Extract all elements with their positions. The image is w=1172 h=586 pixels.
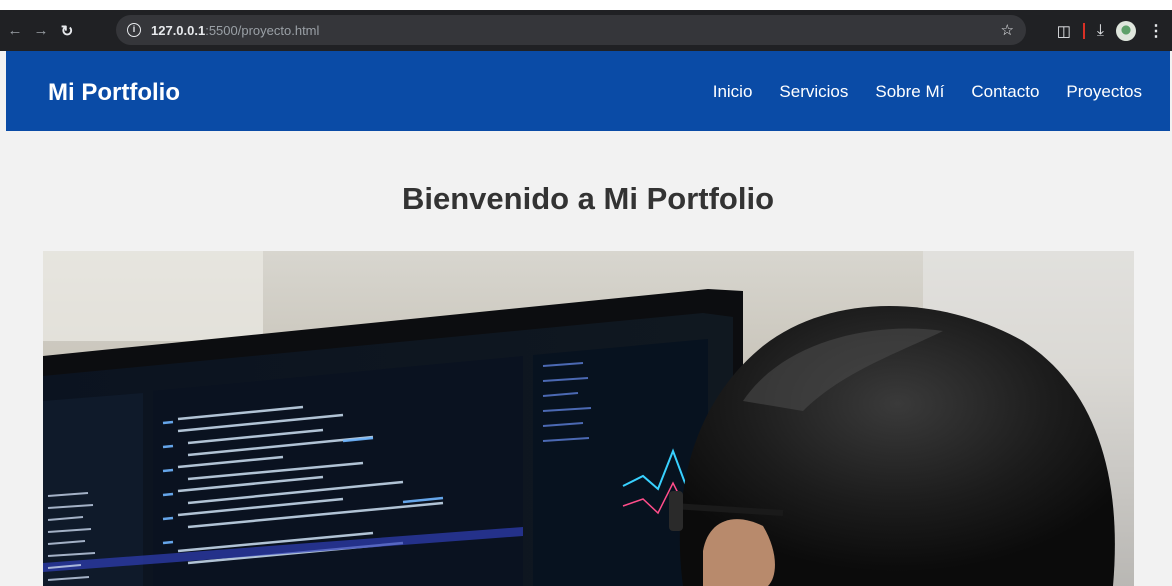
address-bar[interactable]: i 127.0.0.1:5500/proyecto.html ☆	[116, 15, 1026, 45]
nav-servicios[interactable]: Servicios	[779, 81, 848, 103]
back-arrow-icon[interactable]: ←	[4, 20, 26, 42]
menu-icon[interactable]: ⋮	[1148, 21, 1164, 41]
hero-image	[43, 251, 1134, 586]
brand-logo[interactable]: Mi Portfolio	[48, 79, 180, 107]
main-content: Bienvenido a Mi Portfolio	[6, 131, 1170, 586]
page-title: Bienvenido a Mi Portfolio	[401, 181, 774, 216]
hero-illustration	[43, 251, 1134, 586]
star-icon[interactable]: ☆	[1001, 21, 1014, 39]
profile-avatar[interactable]	[1116, 20, 1136, 41]
site-header: Mi Portfolio Inicio Servicios Sobre Mí C…	[6, 51, 1170, 131]
nav-inicio[interactable]: Inicio	[713, 81, 753, 103]
url-path: :5500/proyecto.html	[205, 22, 320, 38]
reload-icon[interactable]: ↻	[56, 20, 78, 42]
url-text[interactable]: 127.0.0.1:5500/proyecto.html	[151, 23, 319, 38]
extensions-icon[interactable]: ◫	[1057, 22, 1071, 40]
download-icon[interactable]: ⤓	[1097, 22, 1104, 40]
toolbar-icons: ◫ ⤓ ⋮	[1057, 10, 1172, 51]
nav-contacto[interactable]: Contacto	[971, 81, 1039, 103]
forward-arrow-icon[interactable]: →	[30, 20, 52, 42]
toolbar-divider	[1082, 22, 1085, 39]
browser-chrome: ← → ↻ i 127.0.0.1:5500/proyecto.html ☆ ◫…	[0, 0, 1172, 51]
nav-sobre-mi[interactable]: Sobre Mí	[875, 81, 944, 103]
url-host: 127.0.0.1	[151, 22, 206, 38]
browser-toolbar: ← → ↻ i 127.0.0.1:5500/proyecto.html ☆ ◫…	[0, 10, 1172, 51]
info-icon[interactable]: i	[127, 23, 141, 37]
nav-proyectos[interactable]: Proyectos	[1066, 81, 1142, 103]
main-nav: Inicio Servicios Sobre Mí Contacto Proye…	[713, 81, 1142, 103]
